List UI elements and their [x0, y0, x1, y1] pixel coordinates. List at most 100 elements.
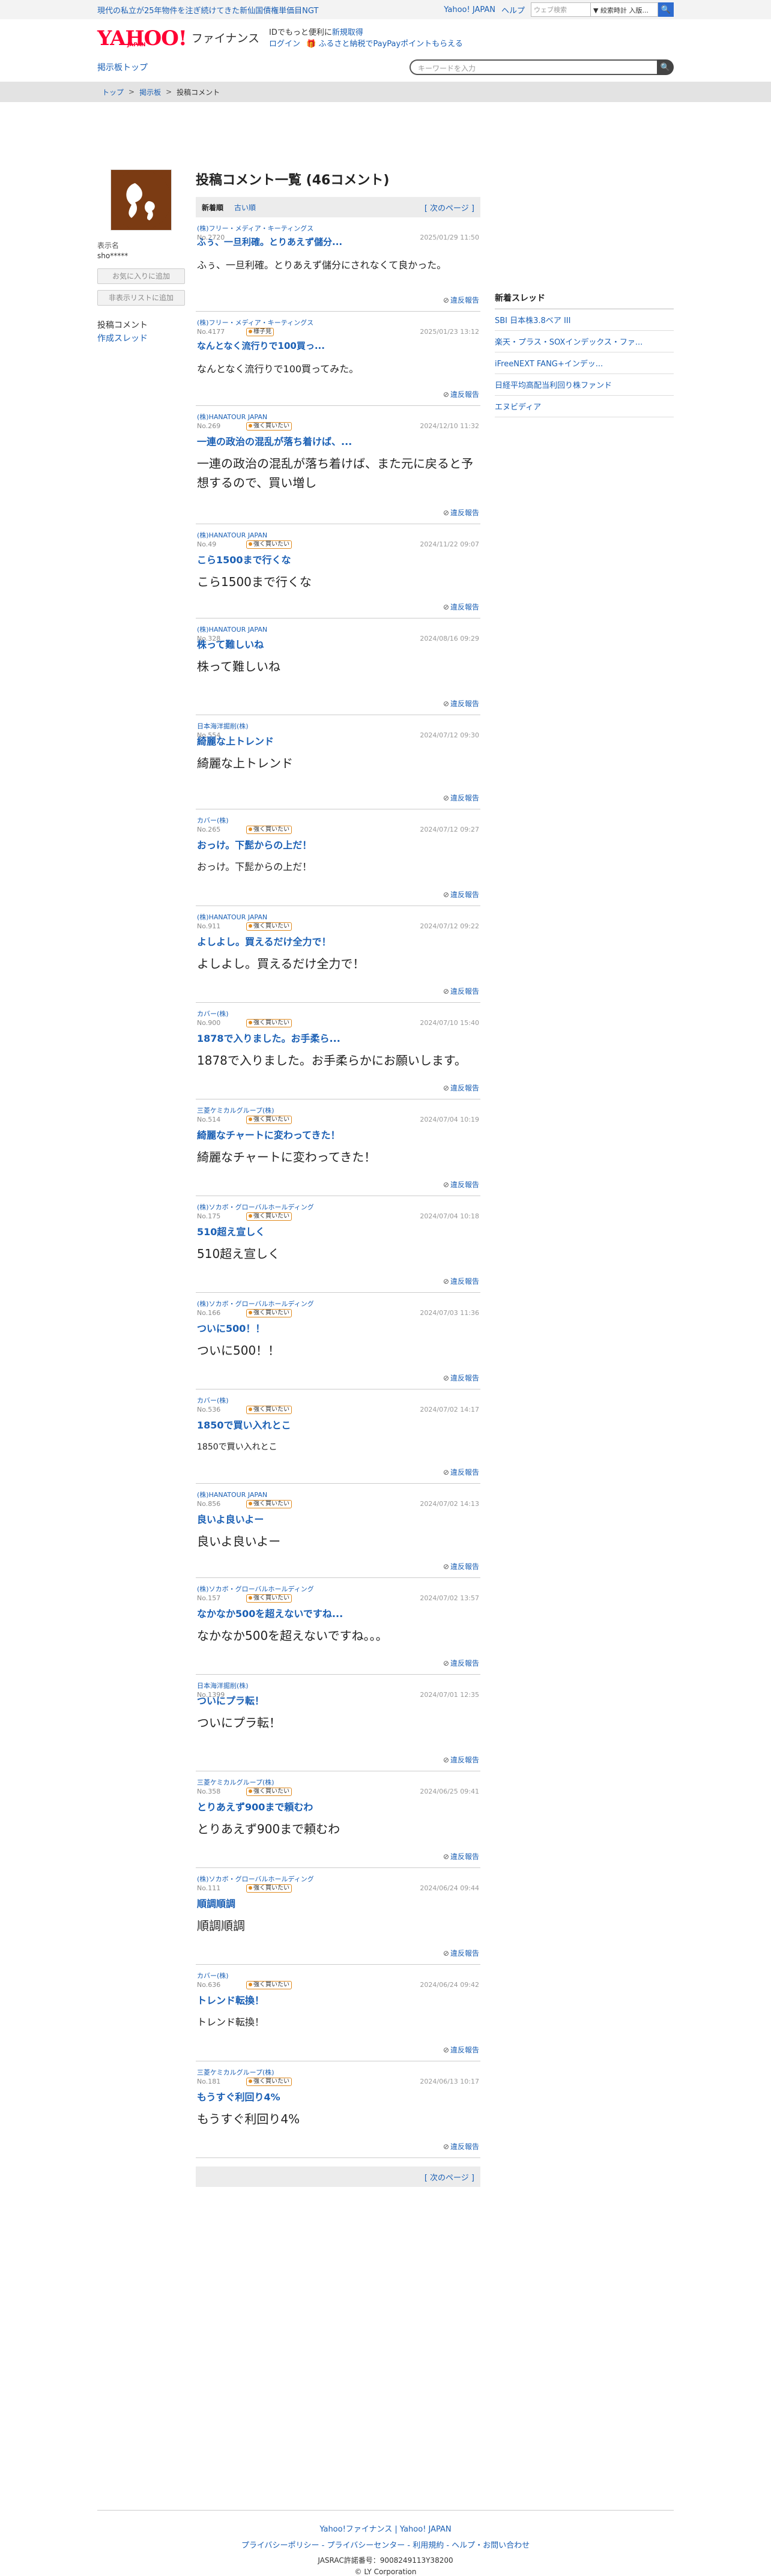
report-link[interactable]: 違反報告 — [443, 1083, 479, 1093]
comment-title[interactable]: ついにプラ転！ — [197, 1693, 264, 1707]
bbs-top-link[interactable]: 掲示板トップ — [97, 61, 148, 73]
login-link[interactable]: ログイン — [269, 40, 300, 49]
bbs-search-input[interactable]: キーワードを入力 — [410, 59, 657, 75]
report-link[interactable]: 違反報告 — [443, 1276, 479, 1286]
report-link[interactable]: 違反報告 — [443, 986, 479, 996]
comment-title[interactable]: 株って難しいね — [197, 636, 264, 651]
thread-link[interactable]: 楽天・プラス・SOXインデックス・ファ... — [495, 331, 674, 352]
report-link[interactable]: 違反報告 — [443, 1755, 479, 1765]
report-link[interactable]: 違反報告 — [443, 2141, 479, 2151]
comment-title[interactable]: 1850で買い入れとこ — [197, 1417, 291, 1432]
comment-title[interactable]: おっけ。下髭からの上だ！ — [197, 837, 312, 851]
company-link[interactable]: (株)HANATOUR JAPAN — [197, 912, 267, 922]
add-favorite-button[interactable]: お気に入りに追加 — [97, 268, 185, 284]
comment-title[interactable]: 510超え宣しく — [197, 1224, 265, 1238]
thread-link[interactable]: 日経平均高配当利回り株ファンド — [495, 374, 674, 396]
search-icon[interactable]: 🔍 — [658, 2, 674, 17]
company-link[interactable]: (株)HANATOUR JAPAN — [197, 530, 267, 540]
web-search-input[interactable]: ウェブ検索 — [531, 2, 591, 17]
report-link[interactable]: 違反報告 — [443, 698, 479, 709]
tab-newest[interactable]: 新着順 — [202, 202, 223, 213]
company-link[interactable]: カバー(株) — [197, 1395, 229, 1405]
comment-title[interactable]: 一連の政治の混乱が落ち着けば、... — [197, 434, 352, 448]
company-link[interactable]: 三菱ケミカルグループ(株) — [197, 1105, 274, 1115]
report-link[interactable]: 違反報告 — [443, 1373, 479, 1383]
company-link[interactable]: 日本海洋掘削(株) — [197, 721, 249, 731]
comment-title[interactable]: ふぅ、一旦利確。とりあえず儲分... — [197, 235, 342, 248]
footer-links[interactable]: Yahoo!ファイナンス | Yahoo! JAPAN — [319, 2525, 451, 2534]
company-link[interactable]: (株)HANATOUR JAPAN — [197, 1490, 267, 1499]
footer-policy-links[interactable]: プライバシーポリシー - プライバシーセンター - 利用規約 - ヘルプ・お問い… — [241, 2541, 530, 2550]
report-link[interactable]: 違反報告 — [443, 2045, 479, 2055]
company-link[interactable]: (株)HANATOUR JAPAN — [197, 412, 267, 422]
thread-link[interactable]: SBI 日本株3.8ベア III — [495, 309, 674, 331]
paypay-link[interactable]: 🎁 ふるさと納税でPayPayポイントもらえる — [306, 40, 463, 49]
search-icon[interactable]: 🔍 — [657, 59, 674, 75]
comment-title[interactable]: なかなか500を超えないですね... — [197, 1606, 343, 1620]
tab-oldest[interactable]: 古い順 — [234, 202, 256, 213]
report-link[interactable]: 違反報告 — [443, 1179, 479, 1190]
report-link[interactable]: 違反報告 — [443, 1851, 479, 1861]
menu-created-threads[interactable]: 作成スレッド — [97, 334, 148, 343]
comment-date: 2024/07/02 14:17 — [420, 1406, 479, 1413]
company-link[interactable]: (株)ソカボ・グローバルホールディング — [197, 1299, 314, 1308]
comment-title[interactable]: 良いよ良いよー — [197, 1511, 264, 1526]
comment-title[interactable]: 綺麗なチャートに変わってきた！ — [197, 1127, 340, 1141]
comment-title[interactable]: 1878で入りました。お手柔ら... — [197, 1030, 340, 1045]
company-link[interactable]: カバー(株) — [197, 815, 229, 825]
company-link[interactable]: (株)フリー・メディア・キーティングス — [197, 223, 313, 233]
report-link[interactable]: 違反報告 — [443, 1467, 479, 1477]
sentiment-badge: 強く買いたい — [246, 1884, 292, 1893]
report-link[interactable]: 違反報告 — [443, 602, 479, 612]
yahoo-japan-link[interactable]: Yahoo! JAPAN — [444, 5, 495, 14]
comment-title[interactable]: もうすぐ利回り4% — [197, 2089, 280, 2103]
company-link[interactable]: 三菱ケミカルグループ(株) — [197, 1777, 274, 1787]
report-link[interactable]: 違反報告 — [443, 507, 479, 518]
report-link[interactable]: 違反報告 — [443, 1948, 479, 1958]
promo-link[interactable]: 現代の私立が25年物件を注ぎ続けてきた新仙国債権単価目NGT — [97, 4, 318, 16]
help-link[interactable]: ヘルプ — [501, 4, 525, 16]
sentiment-badge: 強く買いたい — [246, 1788, 292, 1796]
signup-link[interactable]: 新規取得 — [332, 28, 363, 37]
next-page-link[interactable]: [ 次のページ ] — [425, 2171, 474, 2183]
company-link[interactable]: カバー(株) — [197, 1009, 229, 1018]
report-link[interactable]: 違反報告 — [443, 793, 479, 803]
next-page-link[interactable]: [ 次のページ ] — [425, 202, 474, 213]
company-link[interactable]: (株)ソカボ・グローバルホールディング — [197, 1202, 314, 1212]
report-link[interactable]: 違反報告 — [443, 389, 479, 399]
comment-number: No.111 — [197, 1884, 221, 1892]
breadcrumb-bbs[interactable]: 掲示板 — [139, 87, 161, 97]
comment-title[interactable]: トレンド転換！ — [197, 1992, 264, 2007]
report-link[interactable]: 違反報告 — [443, 295, 479, 305]
company-link[interactable]: 三菱ケミカルグループ(株) — [197, 2067, 274, 2077]
comment-number: No.536 — [197, 1406, 221, 1413]
comment-title[interactable]: なんとなく流行りで100買っ... — [197, 339, 325, 352]
comment-title[interactable]: 綺麗な上トレンド — [197, 733, 274, 748]
company-link[interactable]: (株)ソカボ・グローバルホールディング — [197, 1584, 314, 1594]
company-link[interactable]: (株)HANATOUR JAPAN — [197, 624, 267, 634]
comment-title[interactable]: 順調順調 — [197, 1896, 235, 1910]
report-link[interactable]: 違反報告 — [443, 889, 479, 899]
report-link[interactable]: 違反報告 — [443, 1561, 479, 1571]
chevron-right-icon: > — [166, 88, 172, 96]
company-link[interactable]: (株)ソカボ・グローバルホールディング — [197, 1874, 314, 1884]
company-link[interactable]: カバー(株) — [197, 1971, 229, 1980]
comment-title[interactable]: ついに500！！ — [197, 1320, 265, 1335]
add-hidden-button[interactable]: 非表示リストに追加 — [97, 290, 185, 306]
report-link[interactable]: 違反報告 — [443, 1658, 479, 1668]
company-link[interactable]: 日本海洋掘削(株) — [197, 1681, 249, 1690]
comment-title[interactable]: とりあえず900まで頼むわ — [197, 1799, 313, 1813]
yahoo-finance-logo[interactable]: YAHOO! JAPAN ファイナンス — [97, 28, 259, 49]
web-search-select[interactable]: ▼ 絞索時計 入版... — [591, 2, 658, 17]
breadcrumb-top[interactable]: トップ — [102, 87, 124, 97]
comment-item: 三菱ケミカルグループ(株) No.358 2024/06/25 09:41 強く買いた… — [196, 1771, 480, 1868]
company-link[interactable]: (株)フリー・メディア・キーティングス — [197, 318, 313, 327]
comment-item: (株)HANATOUR JAPAN No.856 2024/07/02 14:13 強… — [196, 1484, 480, 1578]
menu-posted-comments[interactable]: 投稿コメント — [97, 319, 185, 332]
comment-item: (株)ソカボ・グローバルホールディング No.166 2024/07/03 11:3… — [196, 1293, 480, 1389]
comment-title[interactable]: こら1500まで行くな — [197, 552, 291, 566]
comment-item: 日本海洋掘削(株) No.1399 2024/07/01 12:35 ついにプラ転！つ… — [196, 1675, 480, 1771]
thread-link[interactable]: iFreeNEXT FANG+インデッ... — [495, 352, 674, 374]
thread-link[interactable]: エヌビディア — [495, 396, 674, 417]
comment-title[interactable]: よしよし。買えるだけ全力で！ — [197, 934, 331, 948]
